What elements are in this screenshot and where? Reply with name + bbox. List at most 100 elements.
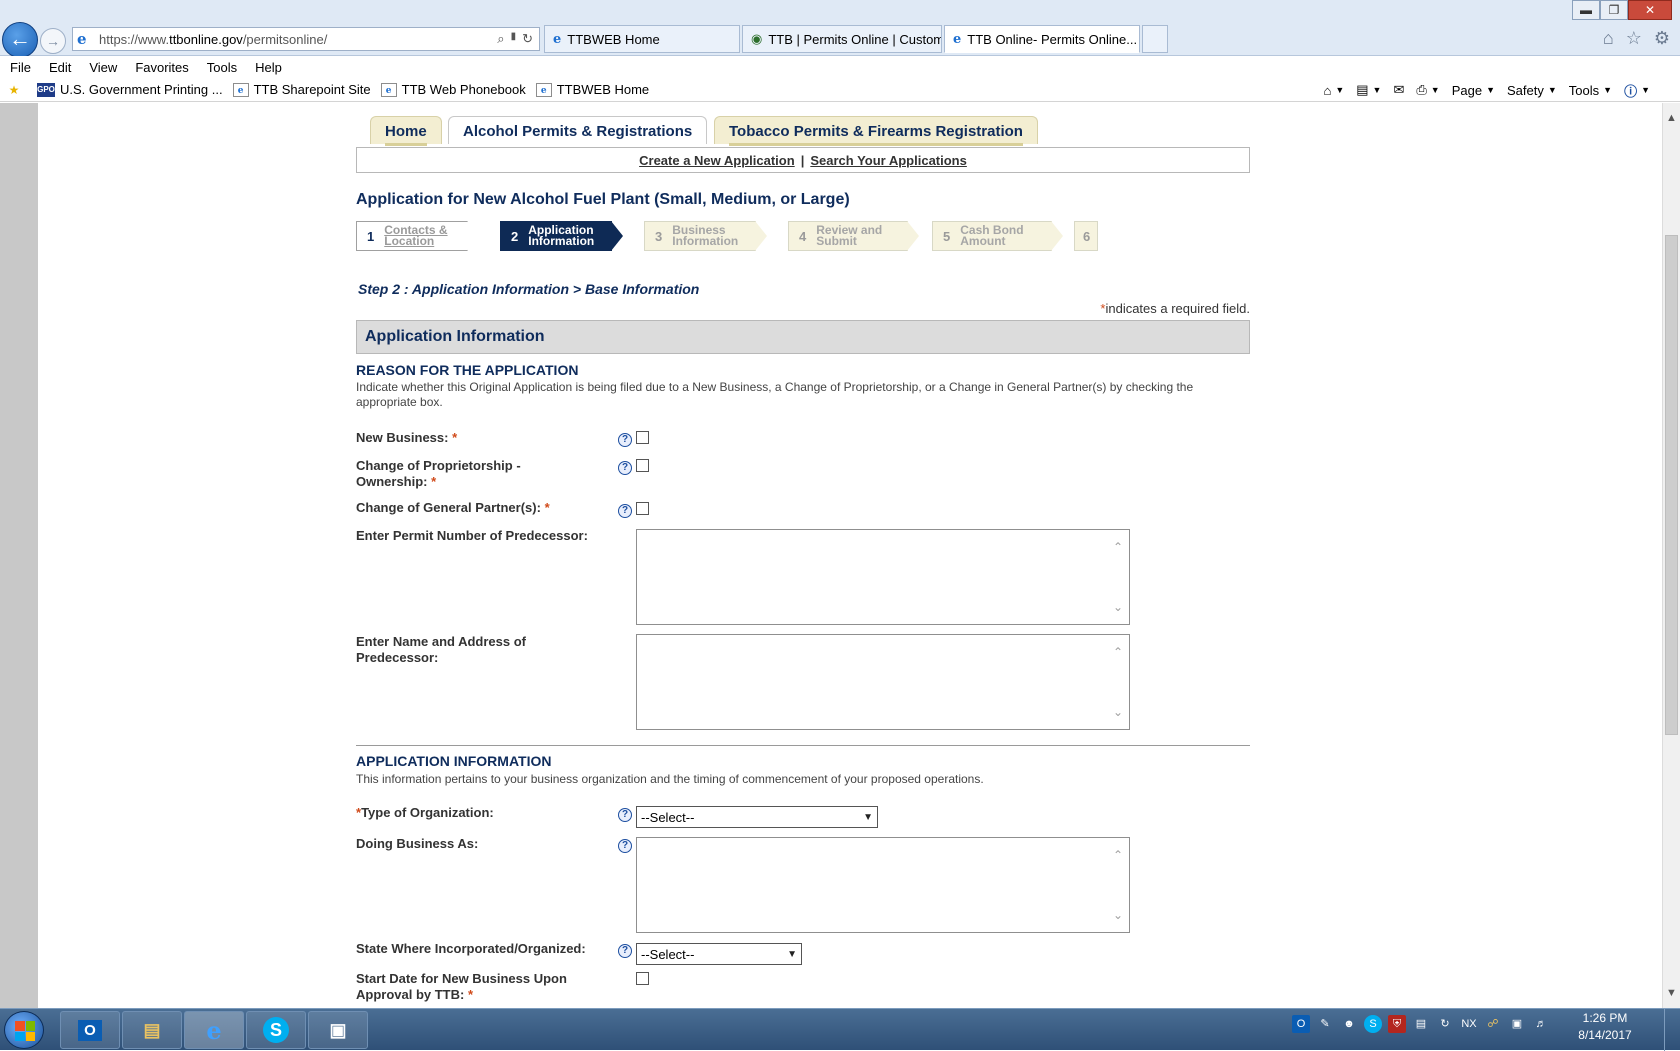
dba-label: Doing Business As: — [356, 836, 479, 851]
help-icon[interactable]: ? — [618, 944, 632, 958]
restore-button[interactable]: ❐ — [1600, 0, 1628, 20]
fav-phonebook[interactable]: e TTB Web Phonebook — [380, 82, 526, 97]
home-icon[interactable]: ⌂ — [1603, 28, 1614, 49]
nx-tray-icon[interactable]: NX — [1460, 1015, 1478, 1033]
menu-edit[interactable]: Edit — [49, 60, 71, 75]
scroll-up-icon[interactable]: ▲ — [1663, 109, 1680, 127]
textarea-scroll-down-icon[interactable]: ⌄ — [1113, 908, 1123, 922]
dba-textarea[interactable]: ⌃ ⌄ — [636, 837, 1130, 933]
refresh-icon[interactable]: ↻ — [522, 31, 533, 47]
textarea-scroll-down-icon[interactable]: ⌄ — [1113, 705, 1123, 719]
site-tab-tobacco[interactable]: Tobacco Permits & Firearms Registration — [714, 116, 1038, 146]
safety-menu[interactable]: Safety ▼ — [1507, 83, 1557, 98]
browser-tab-permits-custom[interactable]: ◉ TTB | Permits Online | Custom... — [742, 25, 942, 53]
printer-icon: ⎙ — [1416, 82, 1427, 97]
help-icon[interactable]: ? — [618, 504, 632, 518]
menu-favorites[interactable]: Favorites — [135, 60, 188, 75]
back-button[interactable]: ← — [2, 22, 38, 58]
change-partner-label: Change of General Partner(s): * — [356, 500, 550, 515]
new-business-checkbox[interactable] — [636, 431, 649, 444]
network-tray-icon[interactable]: ▣ — [1508, 1015, 1526, 1033]
shield-tray-icon[interactable]: ⛨ — [1388, 1015, 1406, 1033]
textarea-scroll-down-icon[interactable]: ⌄ — [1113, 600, 1123, 614]
menu-view[interactable]: View — [89, 60, 117, 75]
taskbar-outlook[interactable]: O — [60, 1011, 120, 1049]
search-applications-link[interactable]: Search Your Applications — [810, 153, 967, 168]
window-close-button[interactable]: ✕ — [1628, 0, 1672, 20]
browser-tab-ttbweb-home[interactable]: e TTBWEB Home — [544, 25, 740, 53]
help-icon[interactable]: ? — [618, 461, 632, 475]
feeds-command[interactable]: ▤ ▼ — [1356, 82, 1381, 98]
system-clock[interactable]: 1:26 PM 8/14/2017 — [1570, 1010, 1640, 1044]
home-command[interactable]: ⌂ ▼ — [1323, 83, 1344, 98]
search-icon[interactable]: ⌕ — [497, 31, 504, 47]
site-tab-home[interactable]: Home — [370, 116, 442, 146]
outlook-icon: O — [78, 1019, 102, 1041]
taskbar-explorer[interactable]: ▤ — [122, 1011, 182, 1049]
step-contacts-location[interactable]: 1 Contacts & Location — [356, 221, 479, 251]
step-review-submit: 4 Review and Submit — [788, 221, 919, 251]
step-cash-bond: 5 Cash Bond Amount — [932, 221, 1063, 251]
taskbar-ie[interactable]: e — [184, 1011, 244, 1049]
predecessor-permit-label: Enter Permit Number of Predecessor: — [356, 528, 588, 543]
create-application-link[interactable]: Create a New Application — [639, 153, 795, 168]
forward-button[interactable]: → — [40, 28, 66, 54]
scroll-down-icon[interactable]: ▼ — [1663, 984, 1680, 1002]
print-command[interactable]: ⎙ ▼ — [1416, 82, 1439, 98]
device-tray-icon[interactable]: ▤ — [1412, 1015, 1430, 1033]
user-tray-icon[interactable]: ☻ — [1340, 1015, 1358, 1033]
outlook-tray-icon[interactable]: O — [1292, 1015, 1310, 1033]
pen-tray-icon[interactable]: ✎ — [1316, 1015, 1334, 1033]
menu-tools[interactable]: Tools — [207, 60, 237, 75]
favorites-star-icon[interactable]: ☆ — [1626, 28, 1642, 49]
page-menu[interactable]: Page ▼ — [1452, 83, 1495, 98]
vertical-scrollbar[interactable]: ▲ ▼ — [1662, 103, 1680, 1008]
textarea-scroll-up-icon[interactable]: ⌃ — [1113, 540, 1123, 554]
help-command[interactable]: ⓘ ▼ — [1624, 81, 1650, 100]
browser-tab-permits-online[interactable]: e TTB Online- Permits Online... ✕ — [944, 25, 1140, 53]
help-icon[interactable]: ? — [618, 433, 632, 447]
change-proprietorship-checkbox[interactable] — [636, 459, 649, 472]
predecessor-name-textarea[interactable]: ⌃ ⌄ — [636, 634, 1130, 730]
sync-tray-icon[interactable]: ↻ — [1436, 1015, 1454, 1033]
start-date-checkbox[interactable] — [636, 972, 649, 985]
fav-label: TTB Web Phonebook — [401, 82, 526, 97]
fav-gpo[interactable]: GPO U.S. Government Printing ... — [37, 82, 223, 97]
page-icon: e — [232, 82, 249, 97]
taskbar-app[interactable]: ▣ — [308, 1011, 368, 1049]
new-tab-button[interactable] — [1142, 25, 1168, 53]
site-tab-alcohol[interactable]: Alcohol Permits & Registrations — [448, 116, 708, 144]
help-icon[interactable]: ? — [618, 808, 632, 822]
state-select[interactable]: --Select-- ▼ — [636, 943, 802, 965]
taskbar-skype[interactable]: S — [246, 1011, 306, 1049]
address-bar[interactable]: e https://www. ttbonline.gov/permitsonlin… — [72, 27, 540, 51]
fav-ttbweb-home[interactable]: e TTBWEB Home — [535, 82, 649, 97]
gear-icon[interactable]: ⚙ — [1654, 28, 1670, 49]
key-tray-icon[interactable]: ☍ — [1484, 1015, 1502, 1033]
menu-help[interactable]: Help — [255, 60, 282, 75]
menu-file[interactable]: File — [10, 60, 31, 75]
mail-command[interactable]: ✉ — [1393, 82, 1404, 98]
start-button[interactable] — [4, 1011, 44, 1049]
fav-sharepoint[interactable]: e TTB Sharepoint Site — [232, 82, 371, 97]
skype-tray-icon[interactable]: S — [1364, 1015, 1382, 1033]
org-type-select[interactable]: --Select-- ▼ — [636, 806, 878, 828]
minimize-button[interactable]: ▬ — [1572, 0, 1600, 20]
tools-menu[interactable]: Tools ▼ — [1569, 83, 1612, 98]
scroll-thumb[interactable] — [1665, 235, 1678, 735]
textarea-scroll-up-icon[interactable]: ⌃ — [1113, 645, 1123, 659]
lock-icon[interactable]: ▮ — [511, 31, 517, 47]
window-icon: ▣ — [329, 1019, 347, 1040]
predecessor-permit-textarea[interactable]: ⌃ ⌄ — [636, 529, 1130, 625]
show-desktop-button[interactable] — [1664, 1009, 1680, 1051]
step-business-information: 3 Business Information — [644, 221, 767, 251]
page-viewport: ▲ ▼ Home Alcohol Permits & Registrations… — [0, 103, 1680, 1008]
textarea-scroll-up-icon[interactable]: ⌃ — [1113, 848, 1123, 862]
change-proprietorship-label: Change of Proprietorship - Ownership: * — [356, 458, 521, 489]
site-tab-label: Home — [385, 123, 427, 140]
help-icon[interactable]: ? — [618, 839, 632, 853]
favorites-add-button[interactable]: ★ — [6, 83, 27, 97]
volume-tray-icon[interactable]: ♬ — [1532, 1015, 1550, 1033]
change-partner-checkbox[interactable] — [636, 502, 649, 515]
tab-close-icon[interactable]: ✕ — [1137, 31, 1139, 47]
